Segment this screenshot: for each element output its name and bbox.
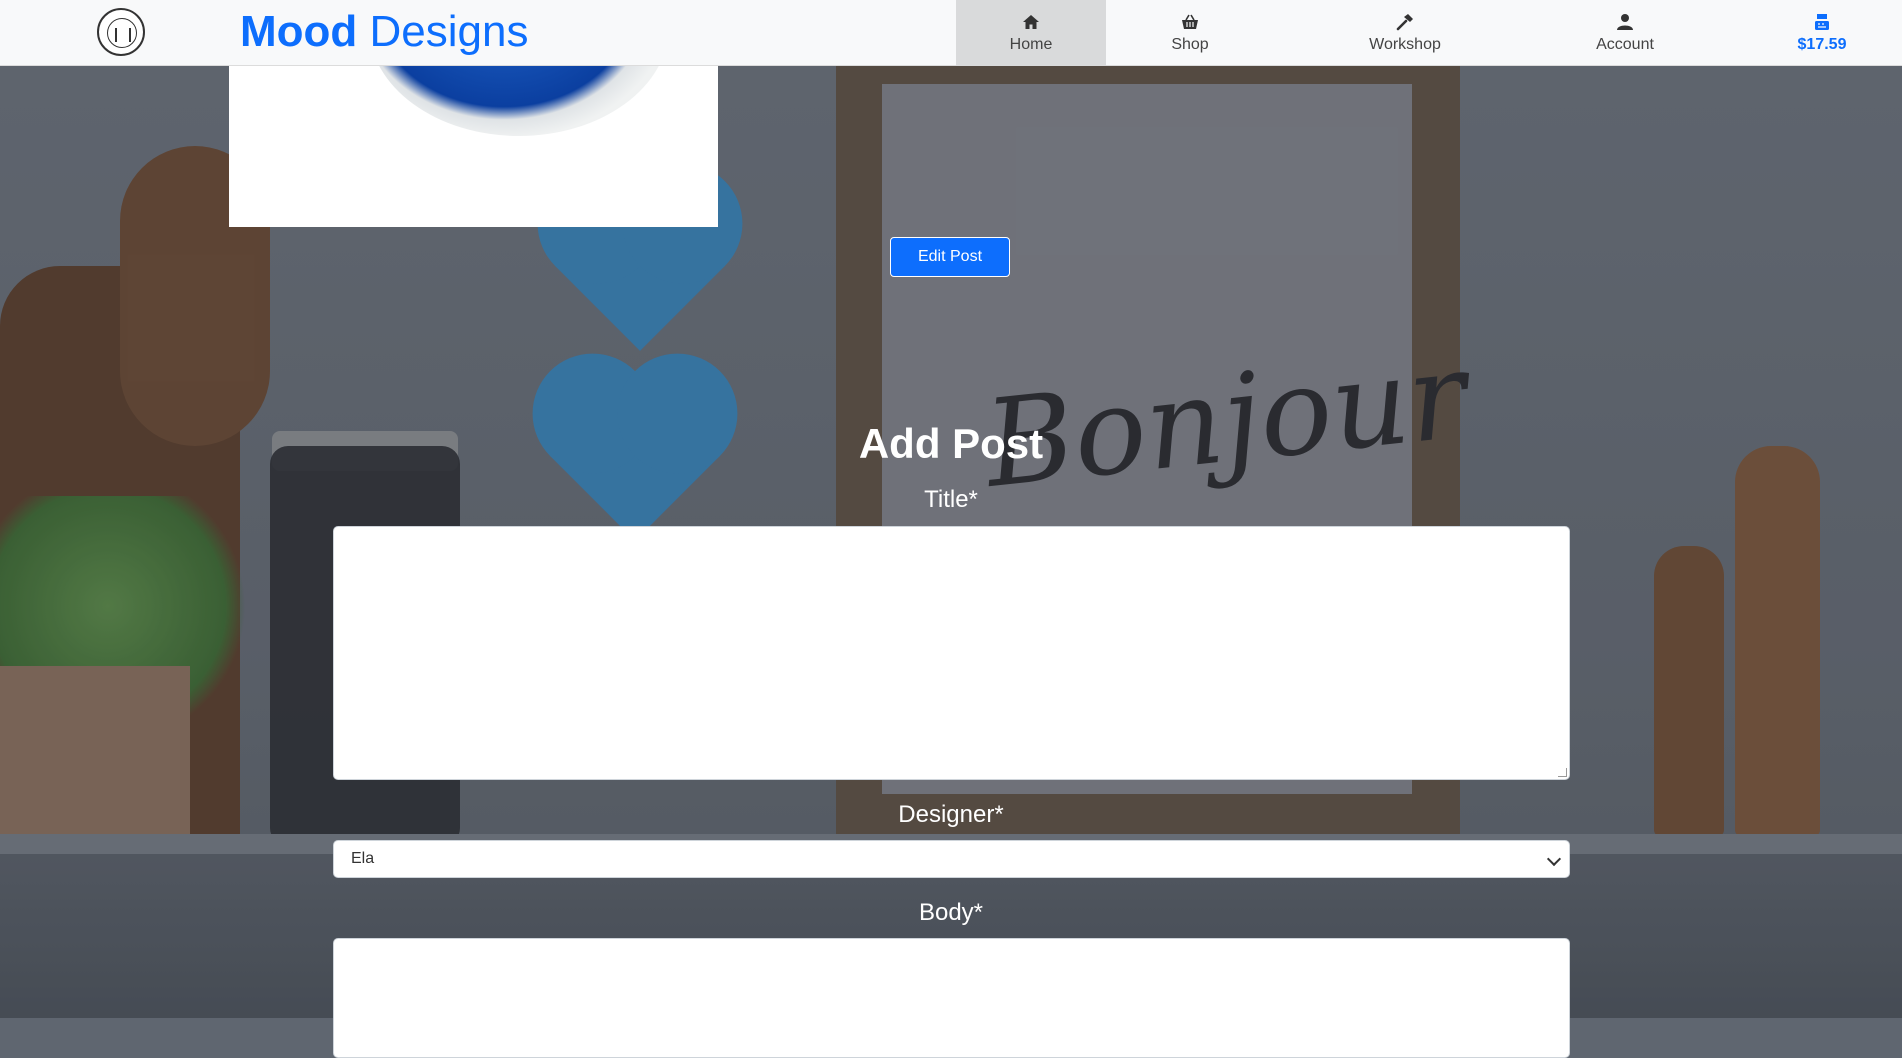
hammer-icon bbox=[1396, 14, 1413, 31]
nav-home-label: Home bbox=[1009, 36, 1053, 53]
brand-part-2: Designs bbox=[369, 7, 529, 56]
nav-cart[interactable]: $17.59 bbox=[1780, 0, 1864, 66]
ceramic-plate-image bbox=[369, 66, 669, 136]
add-post-heading: Add Post bbox=[858, 420, 1044, 467]
nav-workshop[interactable]: Workshop bbox=[1330, 0, 1480, 66]
post-image bbox=[229, 66, 718, 227]
register-icon bbox=[1815, 14, 1829, 30]
nav-home[interactable]: Home bbox=[956, 0, 1106, 66]
cart-total: $17.59 bbox=[1797, 36, 1847, 53]
designer-selected-value: Ela bbox=[351, 850, 375, 867]
brand-title[interactable]: Mood Designs bbox=[240, 8, 529, 56]
home-icon bbox=[1023, 15, 1039, 29]
designer-label: Designer* bbox=[898, 801, 1004, 828]
nav-account[interactable]: Account bbox=[1560, 0, 1690, 66]
title-label: Title* bbox=[924, 486, 978, 513]
edit-post-button[interactable]: Edit Post bbox=[890, 237, 1010, 277]
person-icon bbox=[1617, 14, 1633, 30]
navbar: Mood Designs Home Shop Workshop Account … bbox=[0, 0, 1902, 66]
logo-icon[interactable] bbox=[97, 8, 145, 56]
body-label: Body* bbox=[918, 899, 984, 926]
title-textarea[interactable] bbox=[333, 526, 1570, 780]
nav-workshop-label: Workshop bbox=[1369, 36, 1441, 53]
resize-handle[interactable] bbox=[1558, 768, 1567, 777]
basket-icon bbox=[1182, 14, 1198, 29]
body-textarea[interactable] bbox=[333, 938, 1570, 1058]
chevron-down-icon bbox=[1546, 851, 1562, 867]
nav-shop-label: Shop bbox=[1171, 36, 1209, 53]
nav-account-label: Account bbox=[1596, 36, 1654, 53]
designer-select[interactable]: Ela bbox=[333, 840, 1570, 878]
brand-part-1: Mood bbox=[240, 7, 358, 56]
nav-shop[interactable]: Shop bbox=[1120, 0, 1260, 66]
